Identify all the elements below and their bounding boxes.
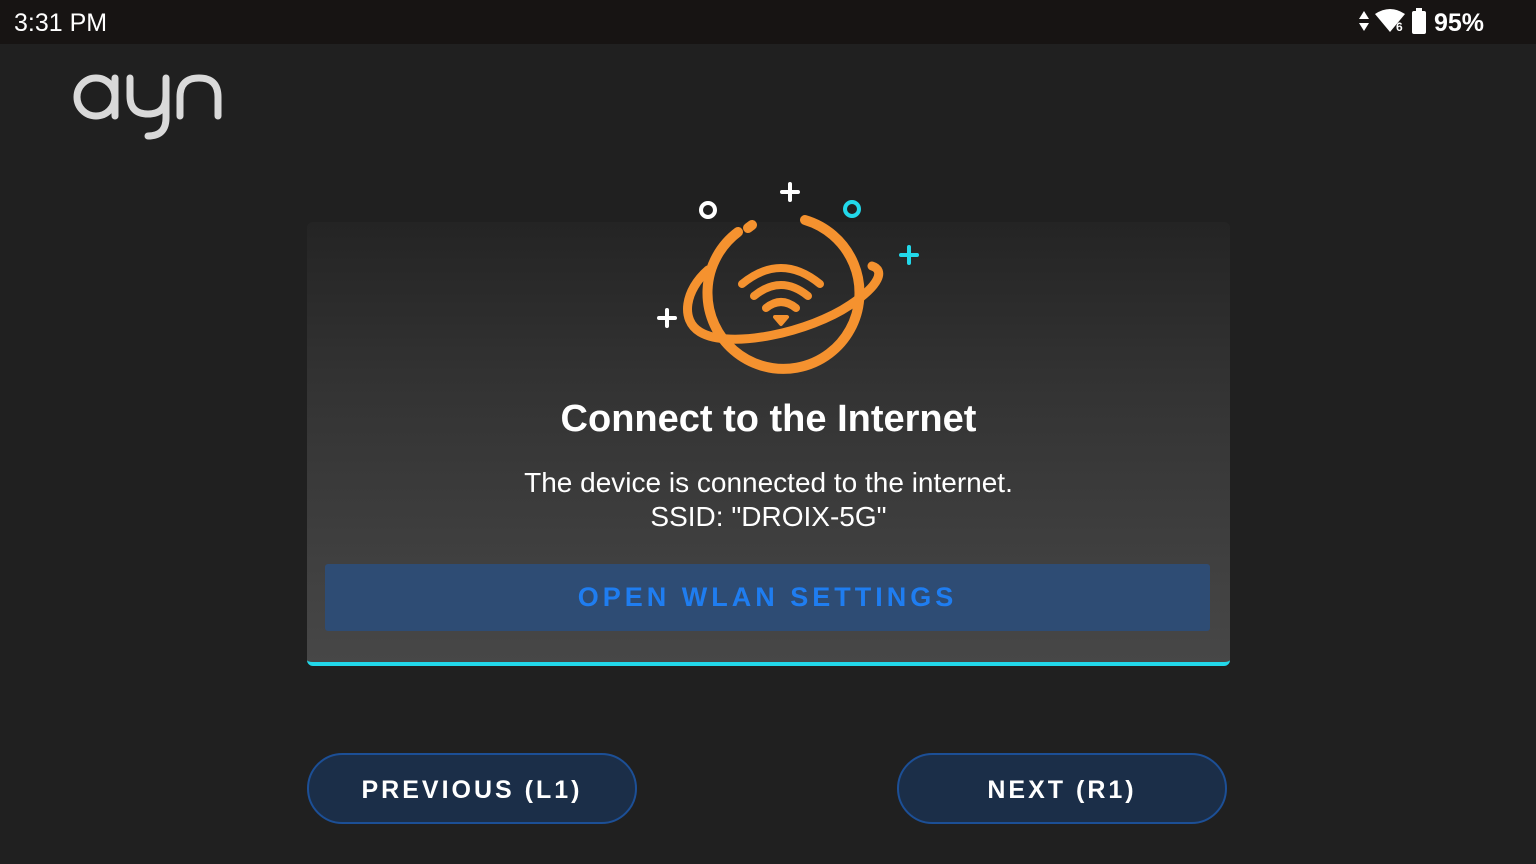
wifi-6-icon: 6 [1374,8,1406,39]
status-icons: 6 95% [1358,7,1484,39]
previous-button[interactable]: PREVIOUS (L1) [307,753,637,824]
battery-icon [1410,7,1428,40]
status-time: 3:31 PM [14,9,108,37]
connection-status-text: The device is connected to the internet. [524,467,1013,498]
status-bar: 3:31 PM 6 95% [0,0,1536,44]
svg-text:6: 6 [1396,20,1403,34]
setup-screen: 3:31 PM 6 95% Connect to the Internet Th… [0,0,1536,864]
wifi-planet-icon [640,170,930,385]
battery-percent: 95% [1433,9,1484,37]
next-button[interactable]: NEXT (R1) [897,753,1227,824]
data-arrows-icon [1358,9,1370,38]
page-title: Connect to the Internet [560,398,977,440]
ayn-logo [72,66,224,142]
open-wlan-settings-button[interactable]: OPEN WLAN SETTINGS [325,564,1210,631]
ssid-text: SSID: "DROIX-5G" [650,501,887,532]
